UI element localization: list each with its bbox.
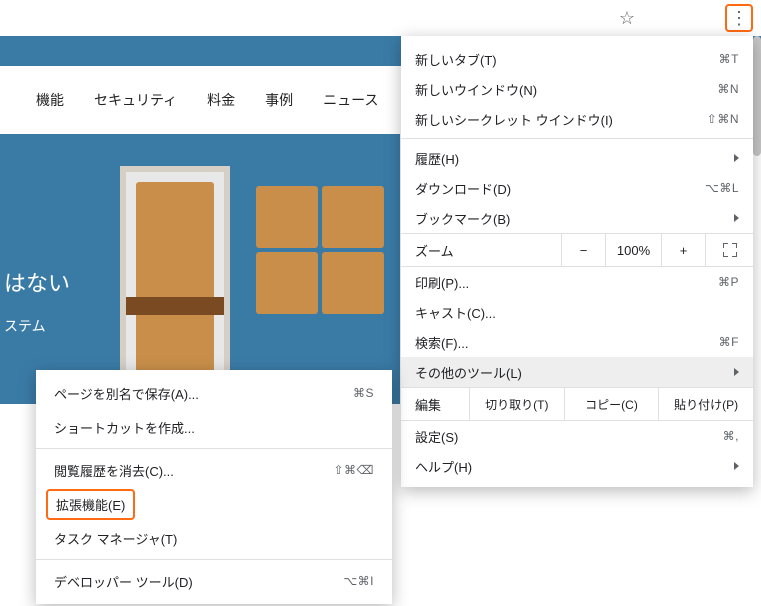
cabinet-image — [322, 186, 384, 248]
nav-item[interactable]: 料金 — [207, 90, 235, 110]
menu-label: キャスト(C)... — [415, 303, 496, 322]
paste-button[interactable]: 貼り付け(P) — [658, 388, 753, 420]
menu-item-find[interactable]: 検索(F)... ⌘F — [401, 327, 753, 357]
menu-separator — [36, 448, 392, 449]
menu-item-settings[interactable]: 設定(S) ⌘, — [401, 421, 753, 451]
chevron-right-icon — [734, 368, 739, 376]
submenu-item-task-manager[interactable]: タスク マネージャ(T) — [36, 521, 392, 555]
menu-item-history[interactable]: 履歴(H) — [401, 143, 753, 173]
menu-item-more-tools[interactable]: その他のツール(L) — [401, 357, 753, 387]
menu-item-new-window[interactable]: 新しいウインドウ(N) ⌘N — [401, 74, 753, 104]
menu-item-print[interactable]: 印刷(P)... ⌘P — [401, 267, 753, 297]
menu-label: 閲覧履歴を消去(C)... — [54, 461, 174, 480]
shortcut-text: ⌘F — [719, 335, 739, 349]
menu-label: その他のツール(L) — [415, 363, 522, 382]
chevron-right-icon — [734, 154, 739, 162]
shortcut-text: ⌘, — [723, 429, 739, 443]
shortcut-text: ⌘P — [718, 275, 739, 289]
cabinet-image — [256, 252, 318, 314]
nav-item[interactable]: ニュース — [323, 90, 378, 110]
hero-title: はない — [4, 266, 70, 298]
submenu-item-create-shortcut[interactable]: ショートカットを作成... — [36, 410, 392, 444]
menu-label: タスク マネージャ(T) — [54, 529, 177, 548]
menu-separator — [401, 138, 753, 139]
bookmark-star-icon[interactable]: ☆ — [619, 8, 705, 29]
menu-label: ヘルプ(H) — [415, 457, 472, 476]
menu-item-zoom: ズーム − 100% + — [401, 233, 753, 267]
copy-button[interactable]: コピー(C) — [564, 388, 659, 420]
cut-button[interactable]: 切り取り(T) — [469, 388, 564, 420]
menu-label: 設定(S) — [415, 427, 458, 446]
menu-label: 検索(F)... — [415, 333, 468, 352]
shortcut-text: ⇧⌘N — [707, 112, 739, 126]
chevron-right-icon — [734, 462, 739, 470]
edit-label: 編集 — [401, 388, 469, 420]
shortcut-text: ⌥⌘L — [705, 181, 739, 195]
menu-label: 新しいシークレット ウインドウ(I) — [415, 110, 613, 129]
submenu-item-clear-browsing[interactable]: 閲覧履歴を消去(C)... ⇧⌘⌫ — [36, 453, 392, 487]
menu-label: 履歴(H) — [415, 149, 459, 168]
submenu-item-extensions[interactable]: 拡張機能(E) — [36, 487, 392, 521]
submenu-item-dev-tools[interactable]: デベロッパー ツール(D) ⌥⌘I — [36, 564, 392, 598]
shortcut-text: ⌥⌘I — [343, 574, 374, 588]
menu-label: 拡張機能(E) — [56, 498, 125, 513]
zoom-label: ズーム — [401, 241, 561, 260]
menu-label: ダウンロード(D) — [415, 179, 511, 198]
submenu-item-save-as[interactable]: ページを別名で保存(A)... ⌘S — [36, 376, 392, 410]
menu-item-bookmarks[interactable]: ブックマーク(B) — [401, 203, 753, 233]
hero-subtitle: ステム — [4, 316, 46, 336]
menu-label: ブックマーク(B) — [415, 209, 510, 228]
menu-separator — [36, 559, 392, 560]
browser-toolbar: ☆ ⋮ — [0, 0, 761, 36]
menu-label: 印刷(P)... — [415, 273, 469, 292]
more-tools-submenu: ページを別名で保存(A)... ⌘S ショートカットを作成... 閲覧履歴を消去… — [36, 370, 392, 604]
shortcut-text: ⌘T — [719, 52, 739, 66]
menu-item-help[interactable]: ヘルプ(H) — [401, 451, 753, 481]
menu-item-cast[interactable]: キャスト(C)... — [401, 297, 753, 327]
menu-button[interactable]: ⋮ — [725, 4, 753, 32]
zoom-value: 100% — [605, 234, 661, 266]
menu-item-new-incognito[interactable]: 新しいシークレット ウインドウ(I) ⇧⌘N — [401, 104, 753, 134]
zoom-in-button[interactable]: + — [661, 234, 705, 266]
menu-item-new-tab[interactable]: 新しいタブ(T) ⌘T — [401, 44, 753, 74]
menu-label: ページを別名で保存(A)... — [54, 384, 199, 403]
menu-item-downloads[interactable]: ダウンロード(D) ⌥⌘L — [401, 173, 753, 203]
shortcut-text: ⌘S — [353, 386, 374, 400]
menu-item-edit: 編集 切り取り(T) コピー(C) 貼り付け(P) — [401, 387, 753, 421]
nav-item[interactable]: セキュリティ — [94, 90, 177, 110]
menu-label: 新しいウインドウ(N) — [415, 80, 537, 99]
nav-item[interactable]: 機能 — [36, 90, 64, 110]
fullscreen-icon — [723, 243, 737, 257]
zoom-out-button[interactable]: − — [561, 234, 605, 266]
nav-item[interactable]: 事例 — [265, 90, 293, 110]
main-menu: 新しいタブ(T) ⌘T 新しいウインドウ(N) ⌘N 新しいシークレット ウイン… — [401, 36, 753, 487]
menu-label: ショートカットを作成... — [54, 418, 195, 437]
chevron-right-icon — [734, 214, 739, 222]
shortcut-text: ⇧⌘⌫ — [333, 463, 374, 477]
fullscreen-button[interactable] — [705, 234, 753, 266]
cabinet-image — [256, 186, 318, 248]
menu-label: 新しいタブ(T) — [415, 50, 497, 69]
cabinet-image — [322, 252, 384, 314]
page-scrollbar[interactable] — [753, 36, 761, 156]
menu-label: デベロッパー ツール(D) — [54, 572, 193, 591]
shortcut-text: ⌘N — [717, 82, 739, 96]
extensions-highlight: 拡張機能(E) — [46, 489, 135, 520]
